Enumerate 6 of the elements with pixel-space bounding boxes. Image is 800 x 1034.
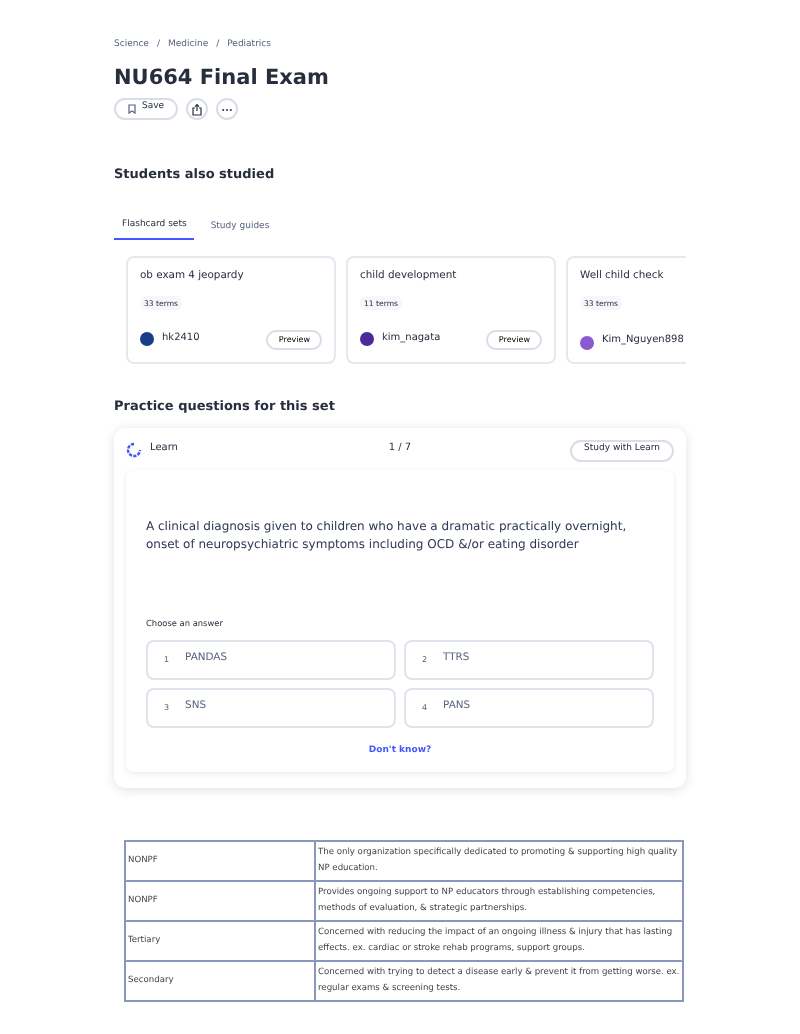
- page-title: NU664 Final Exam: [114, 65, 331, 91]
- share-icon: [192, 103, 203, 116]
- more-button[interactable]: [216, 98, 239, 121]
- learn-icon: [126, 442, 142, 459]
- share-button[interactable]: [186, 98, 209, 121]
- bookmark-icon: [128, 104, 136, 115]
